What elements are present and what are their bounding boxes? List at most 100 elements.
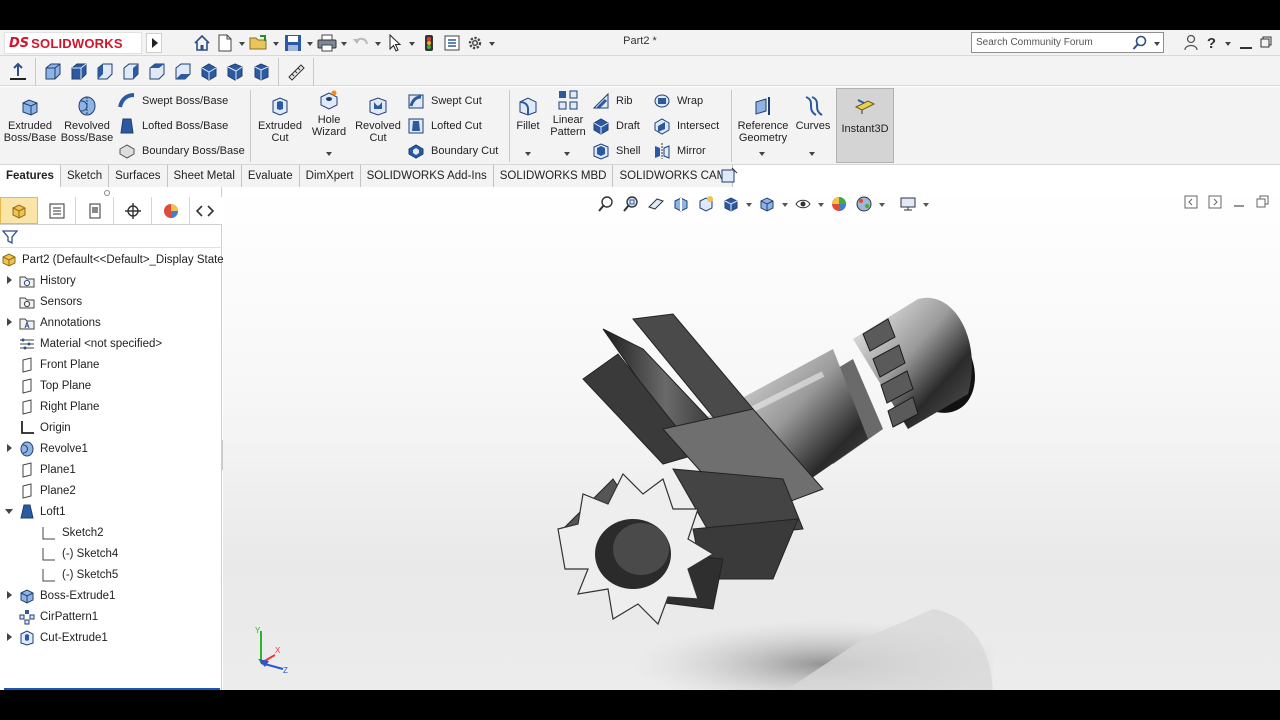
revolved-boss-button[interactable]: Revolved Boss/Base — [60, 93, 114, 144]
tab-sketch[interactable]: Sketch — [60, 165, 110, 187]
mirror-button[interactable]: Mirror — [653, 141, 706, 161]
tree-item-sensors[interactable]: Sensors — [18, 291, 82, 312]
print-dropdown[interactable] — [340, 33, 348, 53]
hole-wizard-button[interactable]: Hole Wizard — [308, 87, 350, 138]
zoom-to-area-icon[interactable] — [620, 194, 642, 214]
menu-expand-button[interactable] — [146, 33, 162, 53]
tree-item-boss-extrude1[interactable]: Boss-Extrude1 — [7, 585, 115, 606]
view-settings-dropdown[interactable] — [922, 194, 930, 214]
tab-features[interactable]: Features — [0, 165, 61, 187]
file-properties-icon[interactable] — [442, 33, 462, 53]
feature-tree-tab[interactable] — [0, 197, 38, 224]
revolved-cut-button[interactable]: Revolved Cut — [354, 93, 402, 144]
view-back-cube-icon[interactable] — [67, 60, 91, 84]
tree-item-history[interactable]: History — [7, 270, 76, 291]
search-input[interactable] — [976, 37, 1116, 48]
panel-grip[interactable] — [0, 187, 222, 197]
measure-ruler-icon[interactable] — [284, 60, 308, 84]
view-orientation-dropdown[interactable] — [745, 194, 753, 214]
undo-dropdown[interactable] — [374, 33, 382, 53]
boundary-cut-button[interactable]: Boundary Cut — [407, 141, 498, 161]
boundary-boss-button[interactable]: Boundary Boss/Base — [118, 141, 245, 161]
tree-item-annotations[interactable]: Annotations — [7, 312, 101, 333]
swept-boss-button[interactable]: Swept Boss/Base — [118, 91, 228, 111]
fillet-dropdown[interactable] — [525, 152, 533, 158]
tab-evaluate[interactable]: Evaluate — [241, 165, 300, 187]
hide-show-dropdown[interactable] — [817, 194, 825, 214]
reference-geometry-dropdown[interactable] — [759, 152, 767, 158]
tree-item-revolve1[interactable]: Revolve1 — [7, 438, 88, 459]
tab-solidworks-cam[interactable]: SOLIDWORKS CAM — [613, 165, 734, 187]
restore-icon[interactable] — [1260, 36, 1272, 51]
select-dropdown[interactable] — [408, 33, 416, 53]
collapse-arrow-icon[interactable] — [4, 506, 14, 516]
instant3d-button[interactable]: Instant3D — [836, 88, 894, 163]
tree-item-right-plane[interactable]: Right Plane — [18, 396, 99, 417]
tab-solidworks-mbd[interactable]: SOLIDWORKS MBD — [493, 165, 614, 187]
configuration-manager-tab[interactable] — [76, 197, 114, 224]
filter-funnel-icon[interactable] — [1, 229, 19, 248]
tab-sheet-metal[interactable]: Sheet Metal — [167, 165, 242, 187]
options-dropdown[interactable] — [488, 33, 496, 53]
rib-button[interactable]: Rib — [592, 91, 633, 111]
expand-arrow-icon[interactable] — [4, 443, 14, 453]
fillet-button[interactable]: Fillet — [513, 93, 543, 132]
curves-dropdown[interactable] — [809, 152, 817, 158]
zoom-to-fit-icon[interactable] — [595, 194, 617, 214]
view-bottom-cube-icon[interactable] — [171, 60, 195, 84]
save-dropdown[interactable] — [306, 33, 314, 53]
expand-arrow-icon[interactable] — [4, 275, 14, 285]
tree-item-top-plane[interactable]: Top Plane — [18, 375, 91, 396]
tree-item-sketch5[interactable]: (-) Sketch5 — [40, 564, 118, 585]
options-gear-icon[interactable] — [465, 33, 485, 53]
next-pane-icon[interactable] — [1208, 195, 1222, 212]
property-manager-tab[interactable] — [38, 197, 76, 224]
save-icon[interactable] — [283, 33, 303, 53]
display-style-icon[interactable] — [756, 194, 778, 214]
shell-button[interactable]: Shell — [592, 141, 640, 161]
search-icon[interactable] — [1132, 35, 1148, 54]
restore-pane-icon[interactable] — [1256, 195, 1270, 212]
display-manager-tab[interactable] — [152, 197, 190, 224]
tab-surfaces[interactable]: Surfaces — [109, 165, 168, 187]
bevel-gear-model[interactable] — [523, 279, 993, 690]
open-dropdown[interactable] — [272, 33, 280, 53]
home-icon[interactable] — [192, 33, 212, 53]
view-orientation-icon[interactable] — [720, 194, 742, 214]
linear-pattern-button[interactable]: Linear Pattern — [547, 87, 589, 138]
view-isometric-cube-icon[interactable] — [197, 60, 221, 84]
tree-item-sketch2[interactable]: Sketch2 — [40, 522, 104, 543]
wrap-button[interactable]: Wrap — [653, 91, 703, 111]
view-top-cube-icon[interactable] — [145, 60, 169, 84]
previous-pane-icon[interactable] — [1184, 195, 1198, 212]
dimxpert-manager-tab[interactable] — [114, 197, 152, 224]
view-settings-monitor-icon[interactable] — [897, 194, 919, 214]
tree-item-front-plane[interactable]: Front Plane — [18, 354, 99, 375]
tree-item-plane2[interactable]: Plane2 — [18, 480, 76, 501]
new-dropdown[interactable] — [238, 33, 246, 53]
tree-item-sketch4[interactable]: (-) Sketch4 — [40, 543, 118, 564]
edit-appearance-icon[interactable] — [828, 194, 850, 214]
expand-arrow-icon[interactable] — [4, 590, 14, 600]
tree-item-loft1[interactable]: Loft1 — [5, 501, 66, 522]
view-right-cube-icon[interactable] — [119, 60, 143, 84]
curves-button[interactable]: Curves — [794, 93, 832, 132]
swept-cut-button[interactable]: Swept Cut — [407, 91, 482, 111]
previous-view-icon[interactable] — [645, 194, 667, 214]
select-arrow-icon[interactable] — [385, 33, 405, 53]
normal-to-icon[interactable] — [6, 60, 30, 84]
open-folder-icon[interactable] — [249, 33, 269, 53]
view-left-cube-icon[interactable] — [93, 60, 117, 84]
lofted-cut-button[interactable]: Lofted Cut — [407, 116, 482, 136]
expand-arrow-icon[interactable] — [4, 632, 14, 642]
extruded-boss-button[interactable]: Extruded Boss/Base — [4, 93, 56, 144]
help-button[interactable]: ? — [1207, 35, 1216, 52]
tab-extra-icon[interactable] — [720, 167, 738, 185]
intersect-button[interactable]: Intersect — [653, 116, 719, 136]
reference-geometry-button[interactable]: Reference Geometry — [735, 93, 791, 144]
tree-filter[interactable] — [0, 226, 222, 248]
view-dimetric-cube-icon[interactable] — [249, 60, 273, 84]
tab-solidworks-add-ins[interactable]: SOLIDWORKS Add-Ins — [360, 165, 494, 187]
minimize-icon[interactable] — [1240, 47, 1252, 49]
apply-scene-dropdown[interactable] — [878, 194, 886, 214]
